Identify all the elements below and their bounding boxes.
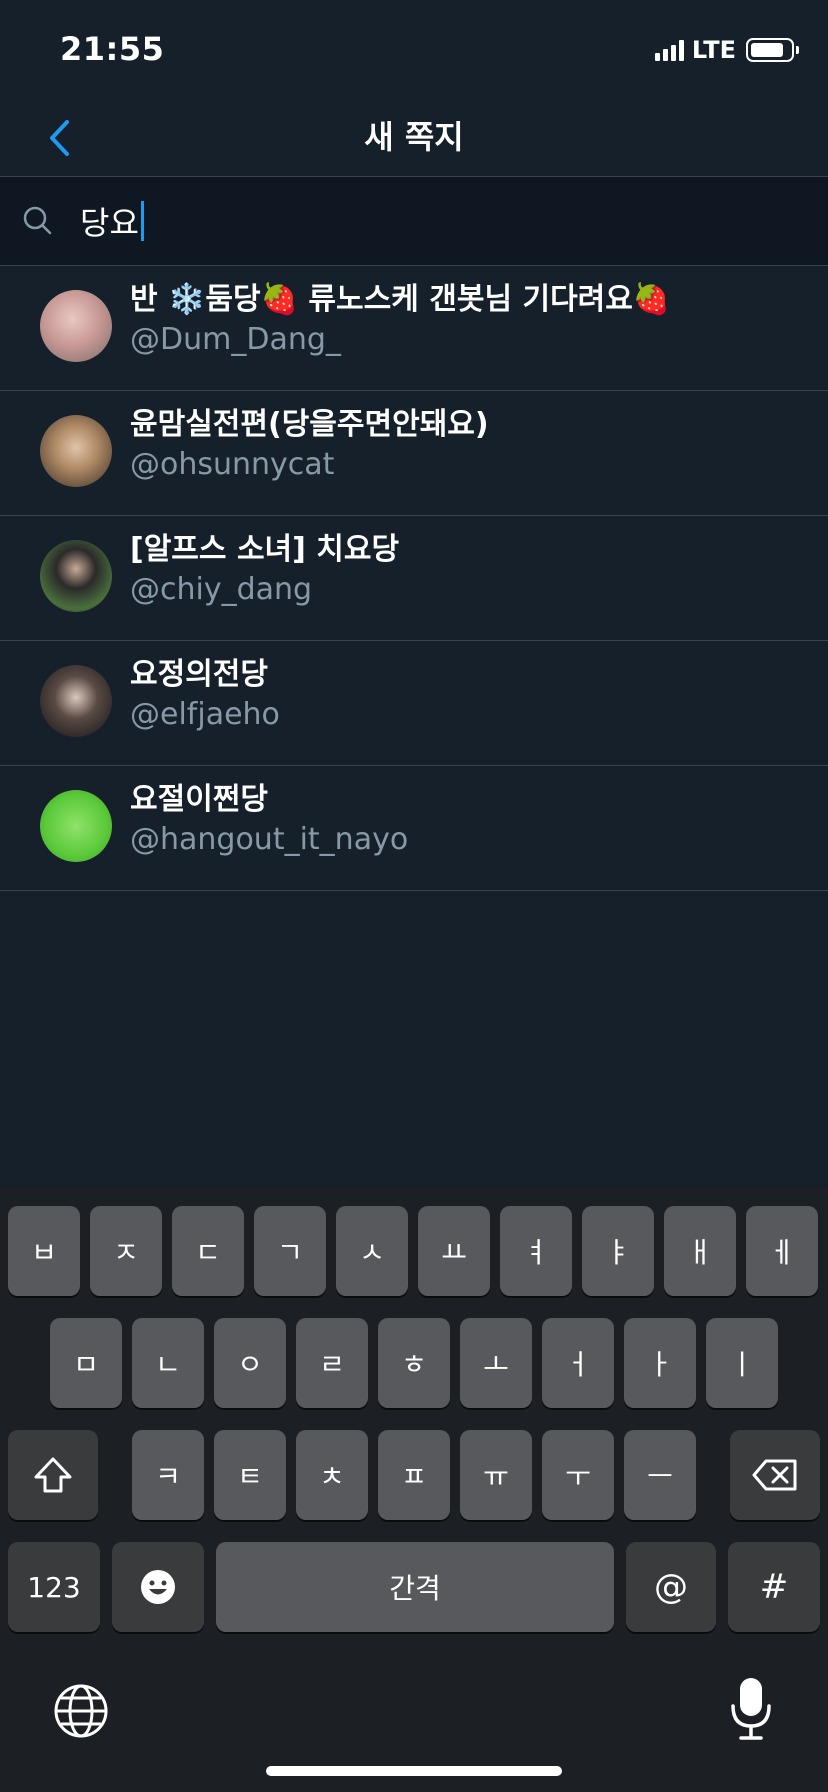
key[interactable]: ㅓ <box>542 1318 614 1408</box>
key[interactable]: ㅂ <box>8 1206 80 1296</box>
at-key[interactable]: @ <box>626 1542 716 1632</box>
status-indicators: LTE <box>654 36 799 64</box>
search-results-list: 반 ❄️둠당🍓 류노스케 갠봇님 기다려요🍓 @Dum_Dang_ 윤맘실전편(… <box>0 266 828 891</box>
key[interactable]: ㄱ <box>254 1206 326 1296</box>
network-type: LTE <box>691 36 736 64</box>
key[interactable]: ㅠ <box>460 1430 532 1520</box>
key[interactable]: ㅗ <box>460 1318 532 1408</box>
delete-icon <box>752 1459 797 1491</box>
key[interactable]: ㅊ <box>296 1430 368 1520</box>
key[interactable]: ㅛ <box>418 1206 490 1296</box>
display-name: [알프스 소녀] 치요당 <box>130 532 400 567</box>
display-name: 요절이쩐당 <box>130 782 268 817</box>
search-icon <box>23 206 52 235</box>
shift-icon <box>34 1457 72 1493</box>
battery-icon <box>746 38 799 62</box>
key[interactable]: ㅌ <box>214 1430 286 1520</box>
result-row[interactable]: 윤맘실전편(당을주면안돼요) @ohsunnycat <box>0 391 828 516</box>
key[interactable]: ㅎ <box>378 1318 450 1408</box>
key[interactable]: ㅡ <box>624 1430 696 1520</box>
key[interactable]: ㅅ <box>336 1206 408 1296</box>
cellular-signal-icon <box>654 39 684 61</box>
user-handle: @ohsunnycat <box>130 447 335 482</box>
key[interactable]: ㅕ <box>500 1206 572 1296</box>
key[interactable]: ㅣ <box>706 1318 778 1408</box>
navigation-bar: 새 쪽지 <box>0 100 828 176</box>
key[interactable]: ㅈ <box>90 1206 162 1296</box>
avatar <box>40 290 112 362</box>
user-handle: @hangout_it_nayo <box>130 822 409 857</box>
user-handle: @chiy_dang <box>130 572 313 607</box>
key[interactable]: ㅔ <box>746 1206 818 1296</box>
user-handle: @elfjaeho <box>130 697 280 732</box>
key[interactable]: ㅇ <box>214 1318 286 1408</box>
text-caret <box>140 201 144 241</box>
space-key[interactable]: 간격 <box>216 1542 614 1632</box>
globe-button[interactable] <box>52 1682 110 1740</box>
emoji-key[interactable] <box>112 1542 204 1632</box>
display-name: 요정의전당 <box>130 657 268 692</box>
emoji-icon <box>141 1570 175 1604</box>
shift-key[interactable] <box>8 1430 98 1520</box>
delete-key[interactable] <box>730 1430 820 1520</box>
result-row[interactable]: [알프스 소녀] 치요당 @chiy_dang <box>0 516 828 641</box>
key[interactable]: ㅍ <box>378 1430 450 1520</box>
microphone-icon <box>731 1678 771 1740</box>
display-name: 반 ❄️둠당🍓 류노스케 갠봇님 기다려요🍓 <box>130 282 671 317</box>
result-row[interactable]: 요정의전당 @elfjaeho <box>0 641 828 766</box>
key[interactable]: ㅑ <box>582 1206 654 1296</box>
key[interactable]: ㅋ <box>132 1430 204 1520</box>
hash-key[interactable]: # <box>728 1542 820 1632</box>
key[interactable]: ㅁ <box>50 1318 122 1408</box>
avatar <box>40 665 112 737</box>
search-bar[interactable]: 당요 <box>0 177 828 265</box>
home-indicator[interactable] <box>266 1766 562 1776</box>
status-bar: 21:55 LTE <box>0 0 828 100</box>
search-input[interactable]: 당요 <box>80 197 144 245</box>
globe-icon <box>54 1684 108 1738</box>
key[interactable]: ㅏ <box>624 1318 696 1408</box>
result-row[interactable]: 요절이쩐당 @hangout_it_nayo <box>0 766 828 891</box>
key[interactable]: ㅐ <box>664 1206 736 1296</box>
search-input-text: 당요 <box>80 204 139 242</box>
display-name: 윤맘실전편(당을주면안돼요) <box>130 407 489 442</box>
microphone-button[interactable] <box>728 1676 774 1742</box>
status-time: 21:55 <box>60 30 165 68</box>
key[interactable]: ㅜ <box>542 1430 614 1520</box>
key[interactable]: ㄴ <box>132 1318 204 1408</box>
numbers-key[interactable]: 123 <box>8 1542 100 1632</box>
avatar <box>40 415 112 487</box>
page-title: 새 쪽지 <box>364 118 464 156</box>
avatar <box>40 790 112 862</box>
key[interactable]: ㄹ <box>296 1318 368 1408</box>
avatar <box>40 540 112 612</box>
user-handle: @Dum_Dang_ <box>130 322 341 357</box>
result-row[interactable]: 반 ❄️둠당🍓 류노스케 갠봇님 기다려요🍓 @Dum_Dang_ <box>0 266 828 391</box>
key[interactable]: ㄷ <box>172 1206 244 1296</box>
